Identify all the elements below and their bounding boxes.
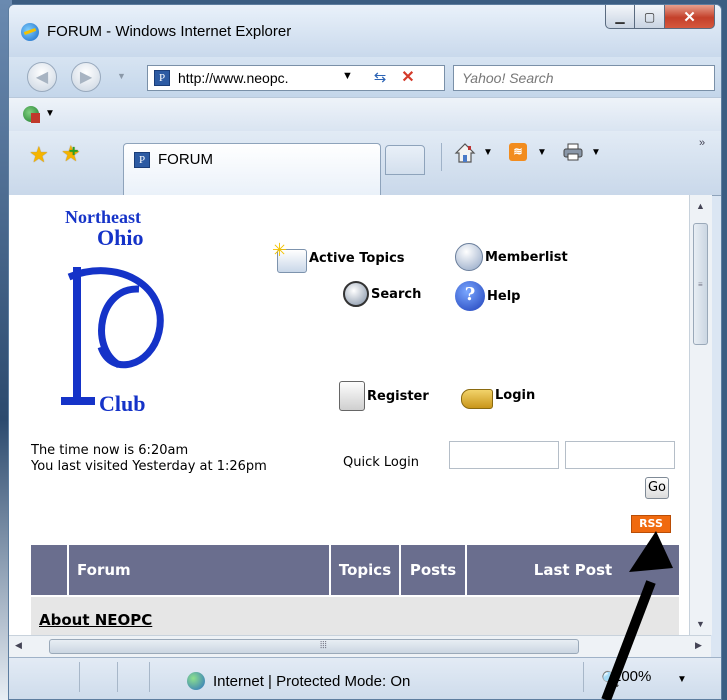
annotation-arrow [601,531,673,700]
